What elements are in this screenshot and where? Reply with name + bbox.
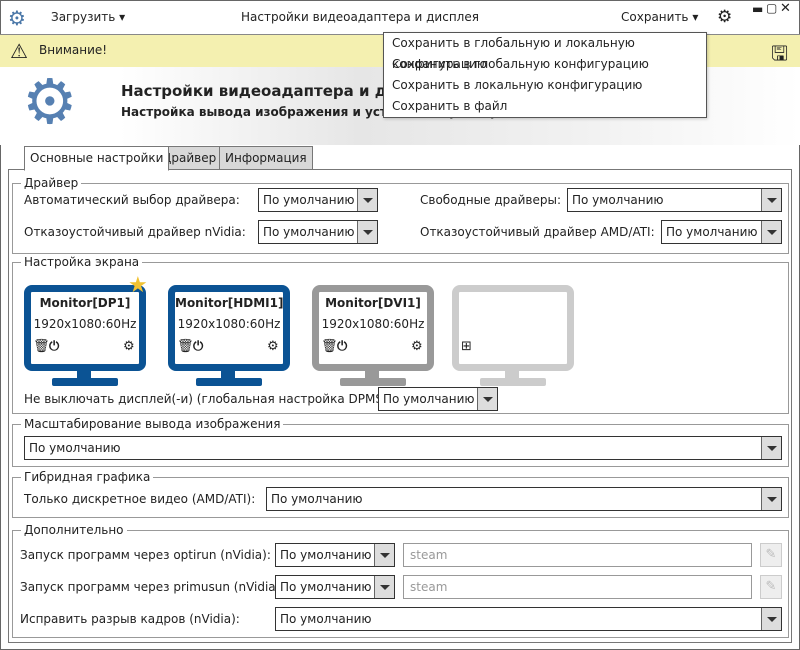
amd-failsafe-select[interactable]: По умолчанию [661, 220, 782, 244]
optirun-edit-button[interactable]: ✎ [760, 543, 782, 567]
optirun-label: Запуск программ через optirun (nVidia): [20, 548, 271, 562]
menu-item-save-local[interactable]: Сохранить в локальную конфигурацию [384, 75, 706, 96]
hybrid-group-title: Гибридная графика [21, 469, 154, 485]
warning-icon: ⚠ [10, 39, 28, 63]
amd-failsafe-value: По умолчанию [666, 225, 758, 239]
monitor-name: Monitor[HDMI1] [175, 296, 284, 310]
scaling-select[interactable]: По умолчанию [24, 436, 782, 460]
save-label: Сохранить [621, 10, 689, 24]
trash-icon[interactable]: 🗑 [177, 339, 194, 354]
maximize-button[interactable]: ▢ [766, 1, 777, 15]
screen-group-title: Настройка экрана [21, 254, 143, 270]
power-icon[interactable]: ⏻ [49, 339, 59, 354]
gear-icon[interactable]: ⚙ [411, 339, 423, 354]
free-driver-label: Свободные драйверы: [420, 193, 562, 207]
chevron-down-icon [357, 221, 377, 243]
auto-driver-value: По умолчанию [263, 193, 355, 207]
tearing-value: По умолчанию [280, 612, 372, 626]
window-title: Настройки видеоадаптера и дисплея [241, 10, 479, 24]
dpms-value: По умолчанию [383, 392, 475, 406]
tearing-label: Исправить разрыв кадров (nVidia): [20, 612, 240, 626]
tab-info[interactable]: Информация [219, 146, 313, 170]
discrete-video-value: По умолчанию [271, 492, 363, 506]
save-dropdown-menu: Сохранить в глобальную и локальную конфи… [383, 32, 707, 118]
save-menu-button[interactable]: Сохранить ▾ [621, 10, 698, 24]
monitor-name: Monitor[DP1] [39, 296, 131, 310]
chevron-down-icon [761, 608, 781, 630]
free-driver-select[interactable]: По умолчанию [567, 188, 782, 212]
auto-driver-select[interactable]: По умолчанию [258, 188, 378, 212]
amd-failsafe-label: Отказоустойчивый драйвер AMD/ATI: [420, 225, 655, 239]
menu-item-save-global[interactable]: Сохранить в глобальную конфигурацию [384, 54, 706, 75]
chevron-down-icon [761, 488, 781, 510]
settings-gear-icon[interactable]: ⚙ [717, 7, 732, 27]
tearing-select[interactable]: По умолчанию [275, 607, 782, 631]
trash-icon[interactable]: 🗑 [33, 339, 50, 354]
banner-title: Настройки видеоадаптера и дисплея [121, 82, 383, 100]
power-icon[interactable]: ⏻ [337, 339, 347, 354]
tab-main-settings[interactable]: Основные настройки [24, 146, 170, 171]
chevron-down-icon [374, 544, 394, 566]
dpms-select[interactable]: По умолчанию [378, 387, 498, 411]
menu-item-save-global-local[interactable]: Сохранить в глобальную и локальную конфи… [384, 33, 706, 71]
gear-icon[interactable]: ⚙ [267, 339, 279, 354]
minimize-button[interactable]: ▬ [752, 2, 763, 16]
chevron-down-icon [477, 388, 497, 410]
auto-driver-label: Автоматический выбор драйвера: [24, 193, 240, 207]
add-monitor-icon[interactable]: ⊞ [461, 339, 472, 354]
nvidia-failsafe-value: По умолчанию [263, 225, 355, 239]
primusun-select[interactable]: По умолчанию [275, 575, 395, 599]
discrete-video-label: Только дискретное видео (AMD/ATI): [24, 492, 256, 506]
nvidia-failsafe-select[interactable]: По умолчанию [258, 220, 378, 244]
chevron-down-icon [374, 576, 394, 598]
edit-icon: ✎ [765, 579, 777, 594]
nvidia-failsafe-label: Отказоустойчивый драйвер nVidia: [24, 225, 246, 239]
discrete-video-select[interactable]: По умолчанию [266, 487, 782, 511]
edit-icon: ✎ [765, 547, 777, 562]
chevron-down-icon [761, 221, 781, 243]
optirun-select[interactable]: По умолчанию [275, 543, 395, 567]
chevron-down-icon [761, 189, 781, 211]
trash-icon[interactable]: 🗑 [321, 339, 338, 354]
menu-item-save-file[interactable]: Сохранить в файл [384, 96, 706, 117]
primary-star-icon: ★ [128, 273, 148, 298]
optirun-value: По умолчанию [280, 548, 372, 562]
power-icon[interactable]: ⏻ [193, 339, 203, 354]
scaling-value: По умолчанию [29, 441, 121, 455]
chevron-down-icon [357, 189, 377, 211]
monitor-name: Monitor[DVI1] [325, 296, 421, 310]
optirun-input[interactable]: steam [403, 543, 752, 567]
primusun-label: Запуск программ через primusun (nVidia): [20, 580, 285, 594]
scaling-group-title: Масштабирование вывода изображения [21, 416, 284, 432]
chevron-down-icon [761, 437, 781, 459]
warning-text: Внимание! [39, 43, 108, 57]
close-button[interactable]: ✕ [780, 1, 791, 16]
primusun-input[interactable]: steam [403, 575, 752, 599]
monitor-resolution: 1920x1080:60Hz [321, 317, 425, 331]
free-driver-value: По умолчанию [572, 193, 664, 207]
primusun-value: По умолчанию [280, 580, 372, 594]
extra-group-title: Дополнительно [21, 522, 127, 538]
banner-gears-icon: ⚙ [22, 65, 78, 138]
monitor-resolution: 1920x1080:60Hz [33, 317, 137, 331]
monitor-resolution: 1920x1080:60Hz [177, 317, 281, 331]
title-bar: ⚙ Загрузить ▾ Настройки видеоадаптера и … [0, 0, 800, 35]
gear-icon[interactable]: ⚙ [123, 339, 135, 354]
dpms-label: Не выключать дисплей(-и) (глобальная нас… [24, 392, 392, 406]
primusun-edit-button[interactable]: ✎ [760, 575, 782, 599]
